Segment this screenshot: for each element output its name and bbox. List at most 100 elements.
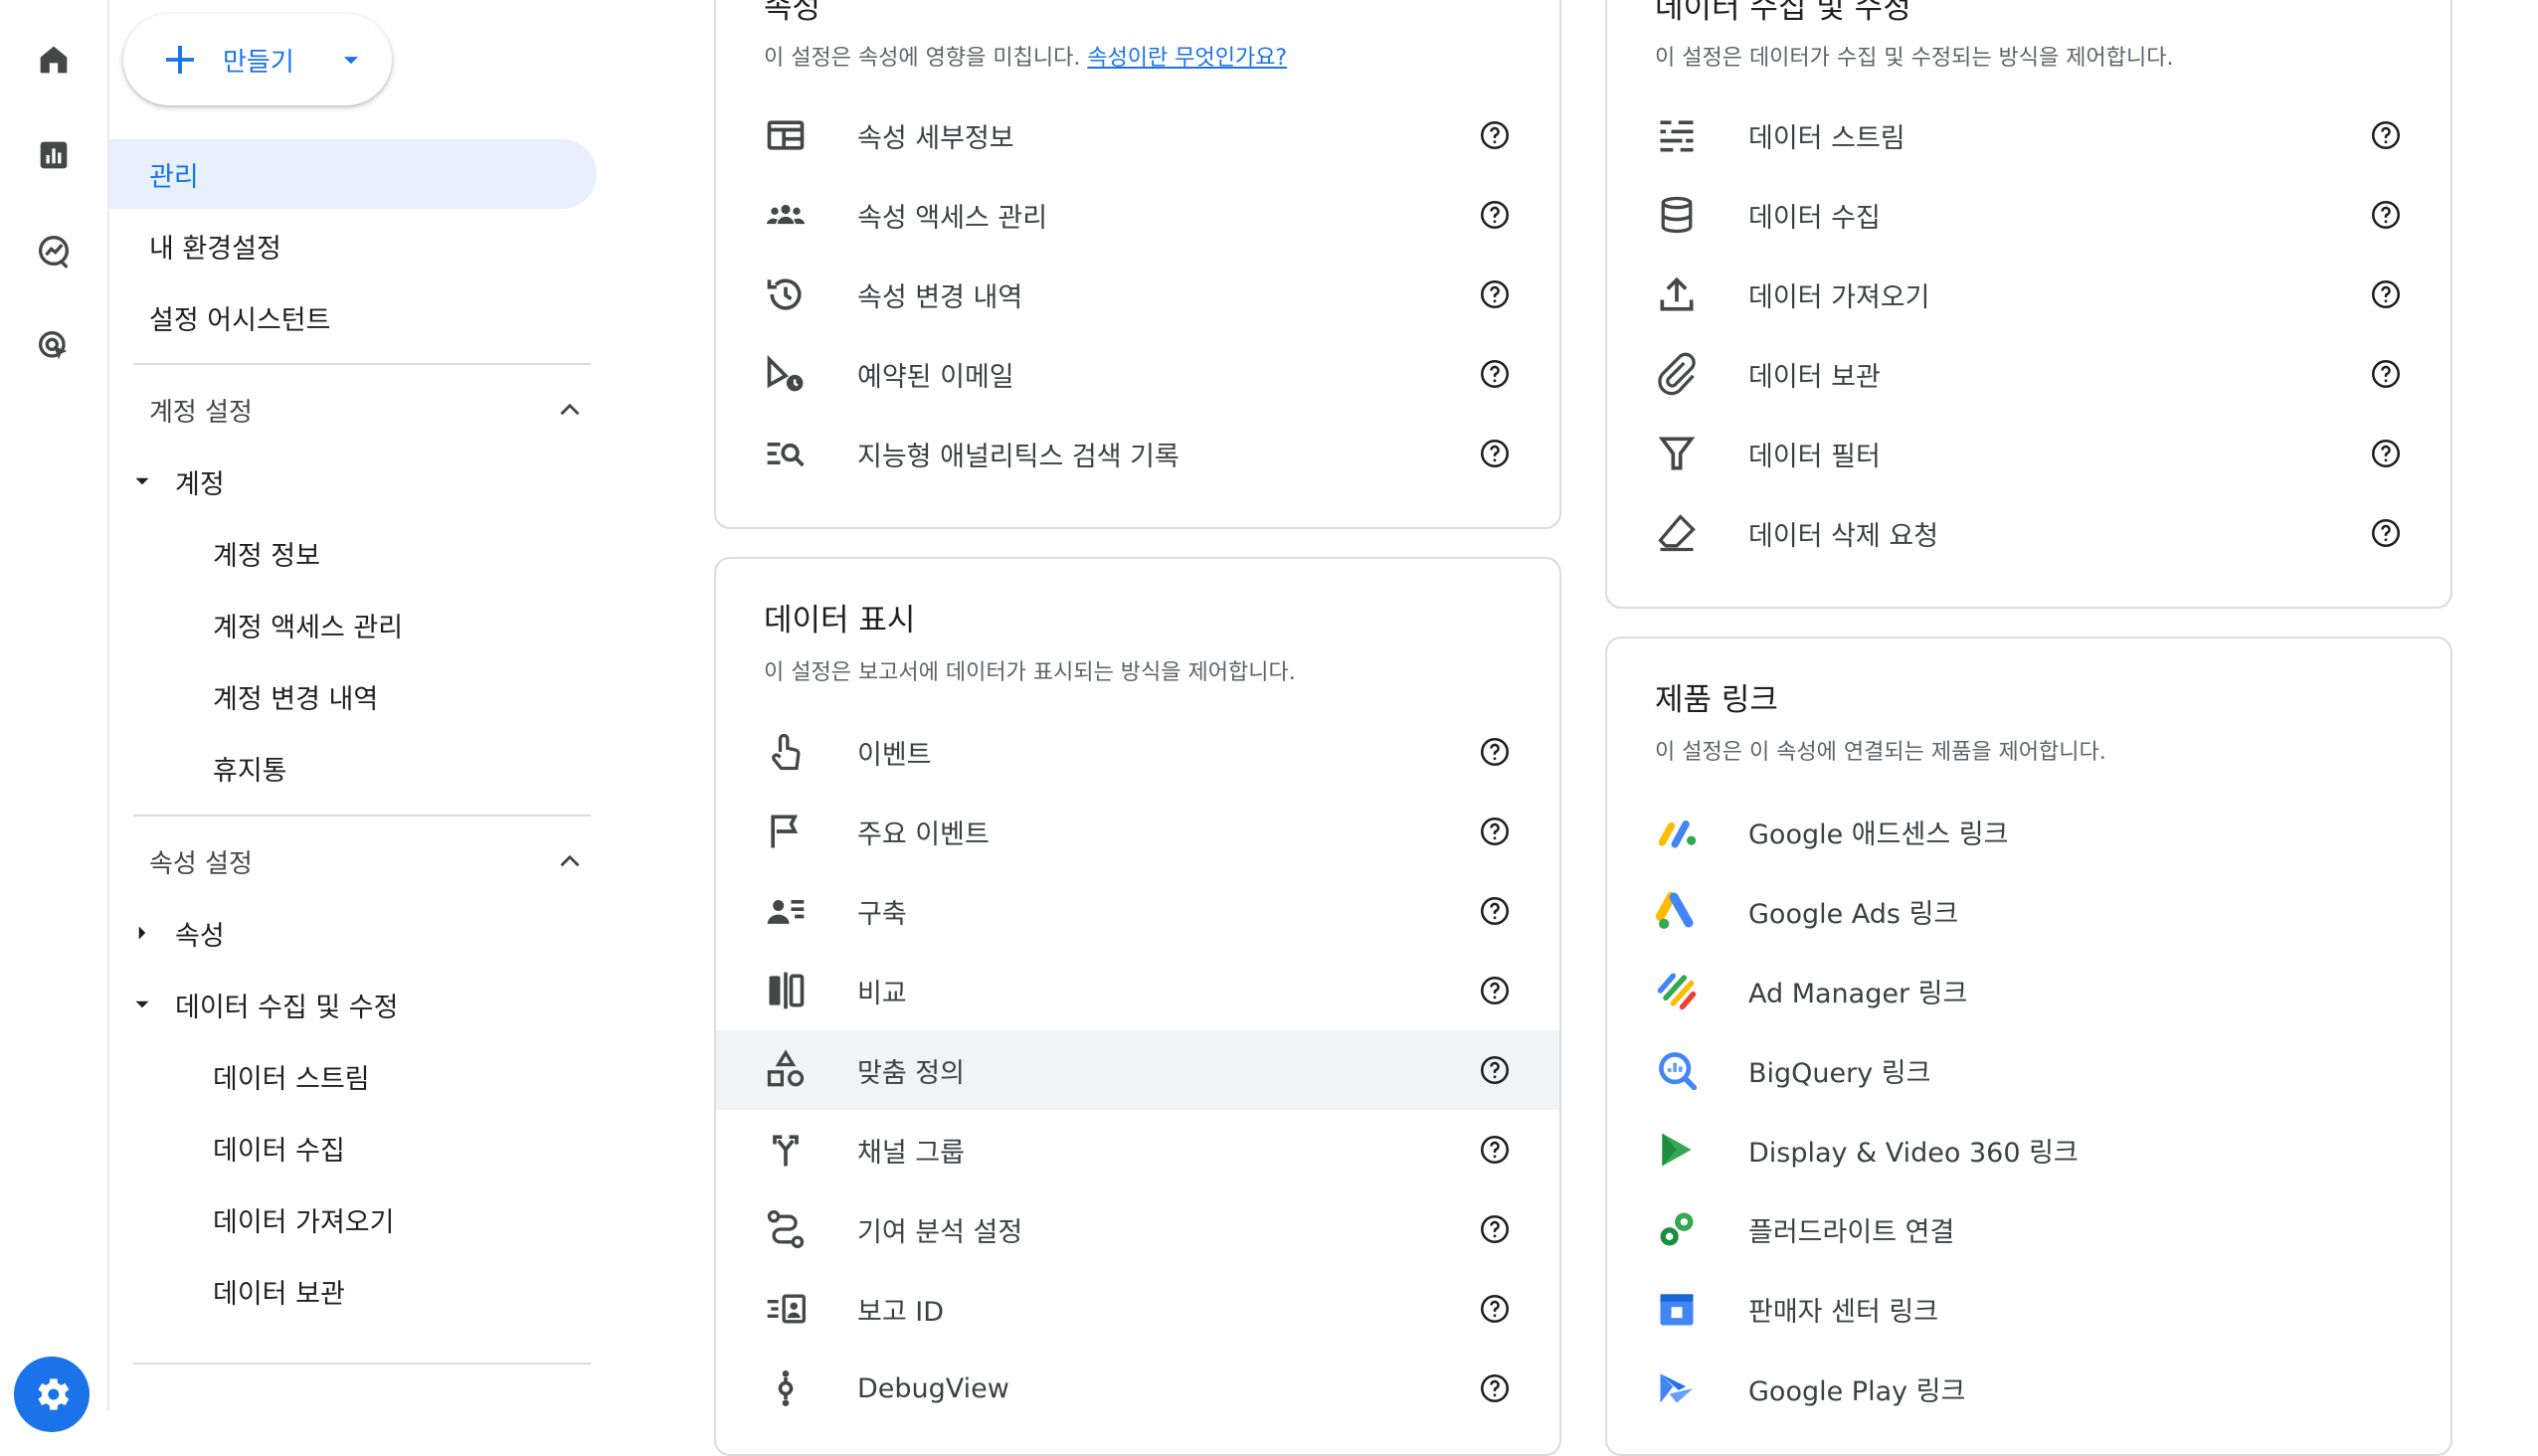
row-label: Display & Video 360 링크 — [1748, 1137, 2079, 1169]
property-settings-header[interactable]: 속성 설정 — [149, 831, 587, 891]
divider — [133, 363, 591, 365]
row-search-history[interactable]: 지능형 애널리틱스 검색 기록 — [716, 414, 1559, 493]
tree-item-account-access[interactable]: 계정 액세스 관리 — [213, 595, 403, 654]
row-attribution-settings[interactable]: 기여 분석 설정 — [716, 1189, 1559, 1269]
sidebar-item-setup-assistant[interactable]: 설정 어시스턴트 — [109, 282, 330, 352]
help-icon[interactable] — [1478, 1212, 1512, 1246]
reports-icon[interactable] — [24, 125, 84, 185]
help-icon[interactable] — [2369, 437, 2403, 470]
card-subtitle: 이 설정은 이 속성에 연결되는 제품을 제어합니다. — [1655, 740, 2106, 765]
row-property-history[interactable]: 속성 변경 내역 — [716, 255, 1559, 334]
row-label: 기여 분석 설정 — [857, 1216, 1023, 1248]
section-title: 속성 설정 — [149, 848, 253, 879]
help-icon[interactable] — [1478, 1371, 1512, 1405]
row-key-events[interactable]: 주요 이벤트 — [716, 792, 1559, 871]
row-dv360-link[interactable]: Display & Video 360 링크 — [1607, 1110, 2450, 1189]
data-collection-card: 데이터 수집 및 수정 이 설정은 데이터가 수집 및 수정되는 방식을 제어합… — [1605, 0, 2452, 609]
home-icon[interactable] — [24, 30, 84, 90]
row-audiences[interactable]: 구축 — [716, 871, 1559, 951]
card-title: 데이터 표시 — [764, 603, 916, 638]
row-adsense-link[interactable]: Google 애드센스 링크 — [1607, 792, 2450, 871]
row-label: 비교 — [857, 978, 907, 1009]
what-is-property-link[interactable]: 속성이란 무엇인가요? — [1087, 46, 1287, 71]
row-custom-definitions[interactable]: 맞춤 정의 — [716, 1030, 1559, 1110]
tree-item-label: 계정 — [175, 468, 225, 500]
row-label: 주요 이벤트 — [857, 819, 990, 850]
row-data-import[interactable]: 데이터 가져오기 — [1607, 255, 2450, 334]
tree-item-data-import[interactable]: 데이터 가져오기 — [213, 1189, 394, 1249]
row-comparisons[interactable]: 비교 — [716, 951, 1559, 1030]
row-data-collection[interactable]: 데이터 수집 — [1607, 175, 2450, 255]
help-icon[interactable] — [2369, 118, 2403, 152]
row-data-retention[interactable]: 데이터 보관 — [1607, 334, 2450, 414]
help-icon[interactable] — [1478, 357, 1512, 391]
ad-manager-logo-icon — [1655, 969, 1699, 1012]
account-settings-header[interactable]: 계정 설정 — [149, 380, 587, 440]
gear-icon[interactable] — [14, 1357, 90, 1432]
row-reporting-id[interactable]: 보고 ID — [716, 1269, 1559, 1349]
tree-item-data-collection[interactable]: 데이터 수집 및 수정 — [129, 975, 398, 1034]
chevron-down-icon — [343, 57, 358, 65]
audience-icon — [764, 889, 808, 933]
row-data-filters[interactable]: 데이터 필터 — [1607, 414, 2450, 493]
help-icon[interactable] — [2369, 277, 2403, 311]
row-label: 구축 — [857, 898, 907, 930]
row-data-deletion[interactable]: 데이터 삭제 요청 — [1607, 493, 2450, 573]
help-icon[interactable] — [1478, 198, 1512, 232]
tree-item-label: 속성 — [175, 920, 225, 952]
help-icon[interactable] — [1478, 1292, 1512, 1326]
help-icon[interactable] — [1478, 437, 1512, 470]
upload-icon — [1655, 273, 1699, 316]
help-icon[interactable] — [1478, 735, 1512, 769]
card-subtitle: 이 설정은 보고서에 데이터가 표시되는 방식을 제어합니다. — [764, 660, 1296, 685]
tree-item-account-info[interactable]: 계정 정보 — [213, 523, 320, 583]
row-label: 속성 세부정보 — [857, 122, 1014, 154]
property-card: 속성 이 설정은 속성에 영향을 미칩니다. 속성이란 무엇인가요? 속성 세부… — [714, 0, 1561, 529]
tree-item-account-history[interactable]: 계정 변경 내역 — [213, 666, 378, 726]
tree-item-data-collection-child[interactable]: 데이터 수집 — [213, 1118, 345, 1178]
help-icon[interactable] — [1478, 1053, 1512, 1087]
sidebar-item-preferences[interactable]: 내 환경설정 — [109, 211, 281, 280]
row-property-details[interactable]: 속성 세부정보 — [716, 95, 1559, 175]
tree-item-trash[interactable]: 휴지통 — [213, 738, 287, 798]
row-label: 플러드라이트 연결 — [1748, 1216, 1955, 1248]
row-label: 데이터 필터 — [1748, 441, 1881, 472]
tree-item-property[interactable]: 속성 — [129, 903, 225, 963]
explore-icon[interactable] — [24, 221, 84, 280]
help-icon[interactable] — [2369, 357, 2403, 391]
compare-icon — [764, 969, 808, 1012]
row-data-streams[interactable]: 데이터 스트림 — [1607, 95, 2450, 175]
row-channel-groups[interactable]: 채널 그룹 — [716, 1110, 1559, 1189]
row-floodlight-link[interactable]: 플러드라이트 연결 — [1607, 1189, 2450, 1269]
help-icon[interactable] — [1478, 1133, 1512, 1167]
create-button[interactable]: 만들기 — [123, 14, 392, 105]
streams-icon — [1655, 113, 1699, 157]
row-ad-manager-link[interactable]: Ad Manager 링크 — [1607, 951, 2450, 1030]
help-icon[interactable] — [1478, 277, 1512, 311]
row-label: 데이터 스트림 — [1748, 122, 1905, 154]
help-icon[interactable] — [1478, 118, 1512, 152]
help-icon[interactable] — [1478, 974, 1512, 1007]
caret-right-icon — [138, 926, 146, 940]
sidebar-item-admin[interactable]: 관리 — [109, 139, 597, 209]
plus-icon — [166, 46, 194, 74]
row-label: Google Play 링크 — [1748, 1375, 1966, 1407]
row-events[interactable]: 이벤트 — [716, 712, 1559, 792]
row-google-play-link[interactable]: Google Play 링크 — [1607, 1349, 2450, 1428]
row-google-ads-link[interactable]: Google Ads 링크 — [1607, 871, 2450, 951]
advertising-icon[interactable] — [24, 316, 84, 376]
row-debugview[interactable]: DebugView — [716, 1349, 1559, 1428]
help-icon[interactable] — [2369, 198, 2403, 232]
tree-item-data-streams[interactable]: 데이터 스트림 — [213, 1046, 370, 1106]
row-label: 속성 액세스 관리 — [857, 202, 1048, 234]
row-merchant-center-link[interactable]: 판매자 센터 링크 — [1607, 1269, 2450, 1349]
help-icon[interactable] — [2369, 516, 2403, 550]
flag-icon — [764, 810, 808, 853]
tree-item-account[interactable]: 계정 — [129, 452, 225, 511]
row-scheduled-emails[interactable]: 예약된 이메일 — [716, 334, 1559, 414]
help-icon[interactable] — [1478, 894, 1512, 928]
tree-item-data-retention[interactable]: 데이터 보관 — [213, 1261, 345, 1321]
row-property-access[interactable]: 속성 액세스 관리 — [716, 175, 1559, 255]
help-icon[interactable] — [1478, 815, 1512, 848]
row-bigquery-link[interactable]: BigQuery 링크 — [1607, 1030, 2450, 1110]
